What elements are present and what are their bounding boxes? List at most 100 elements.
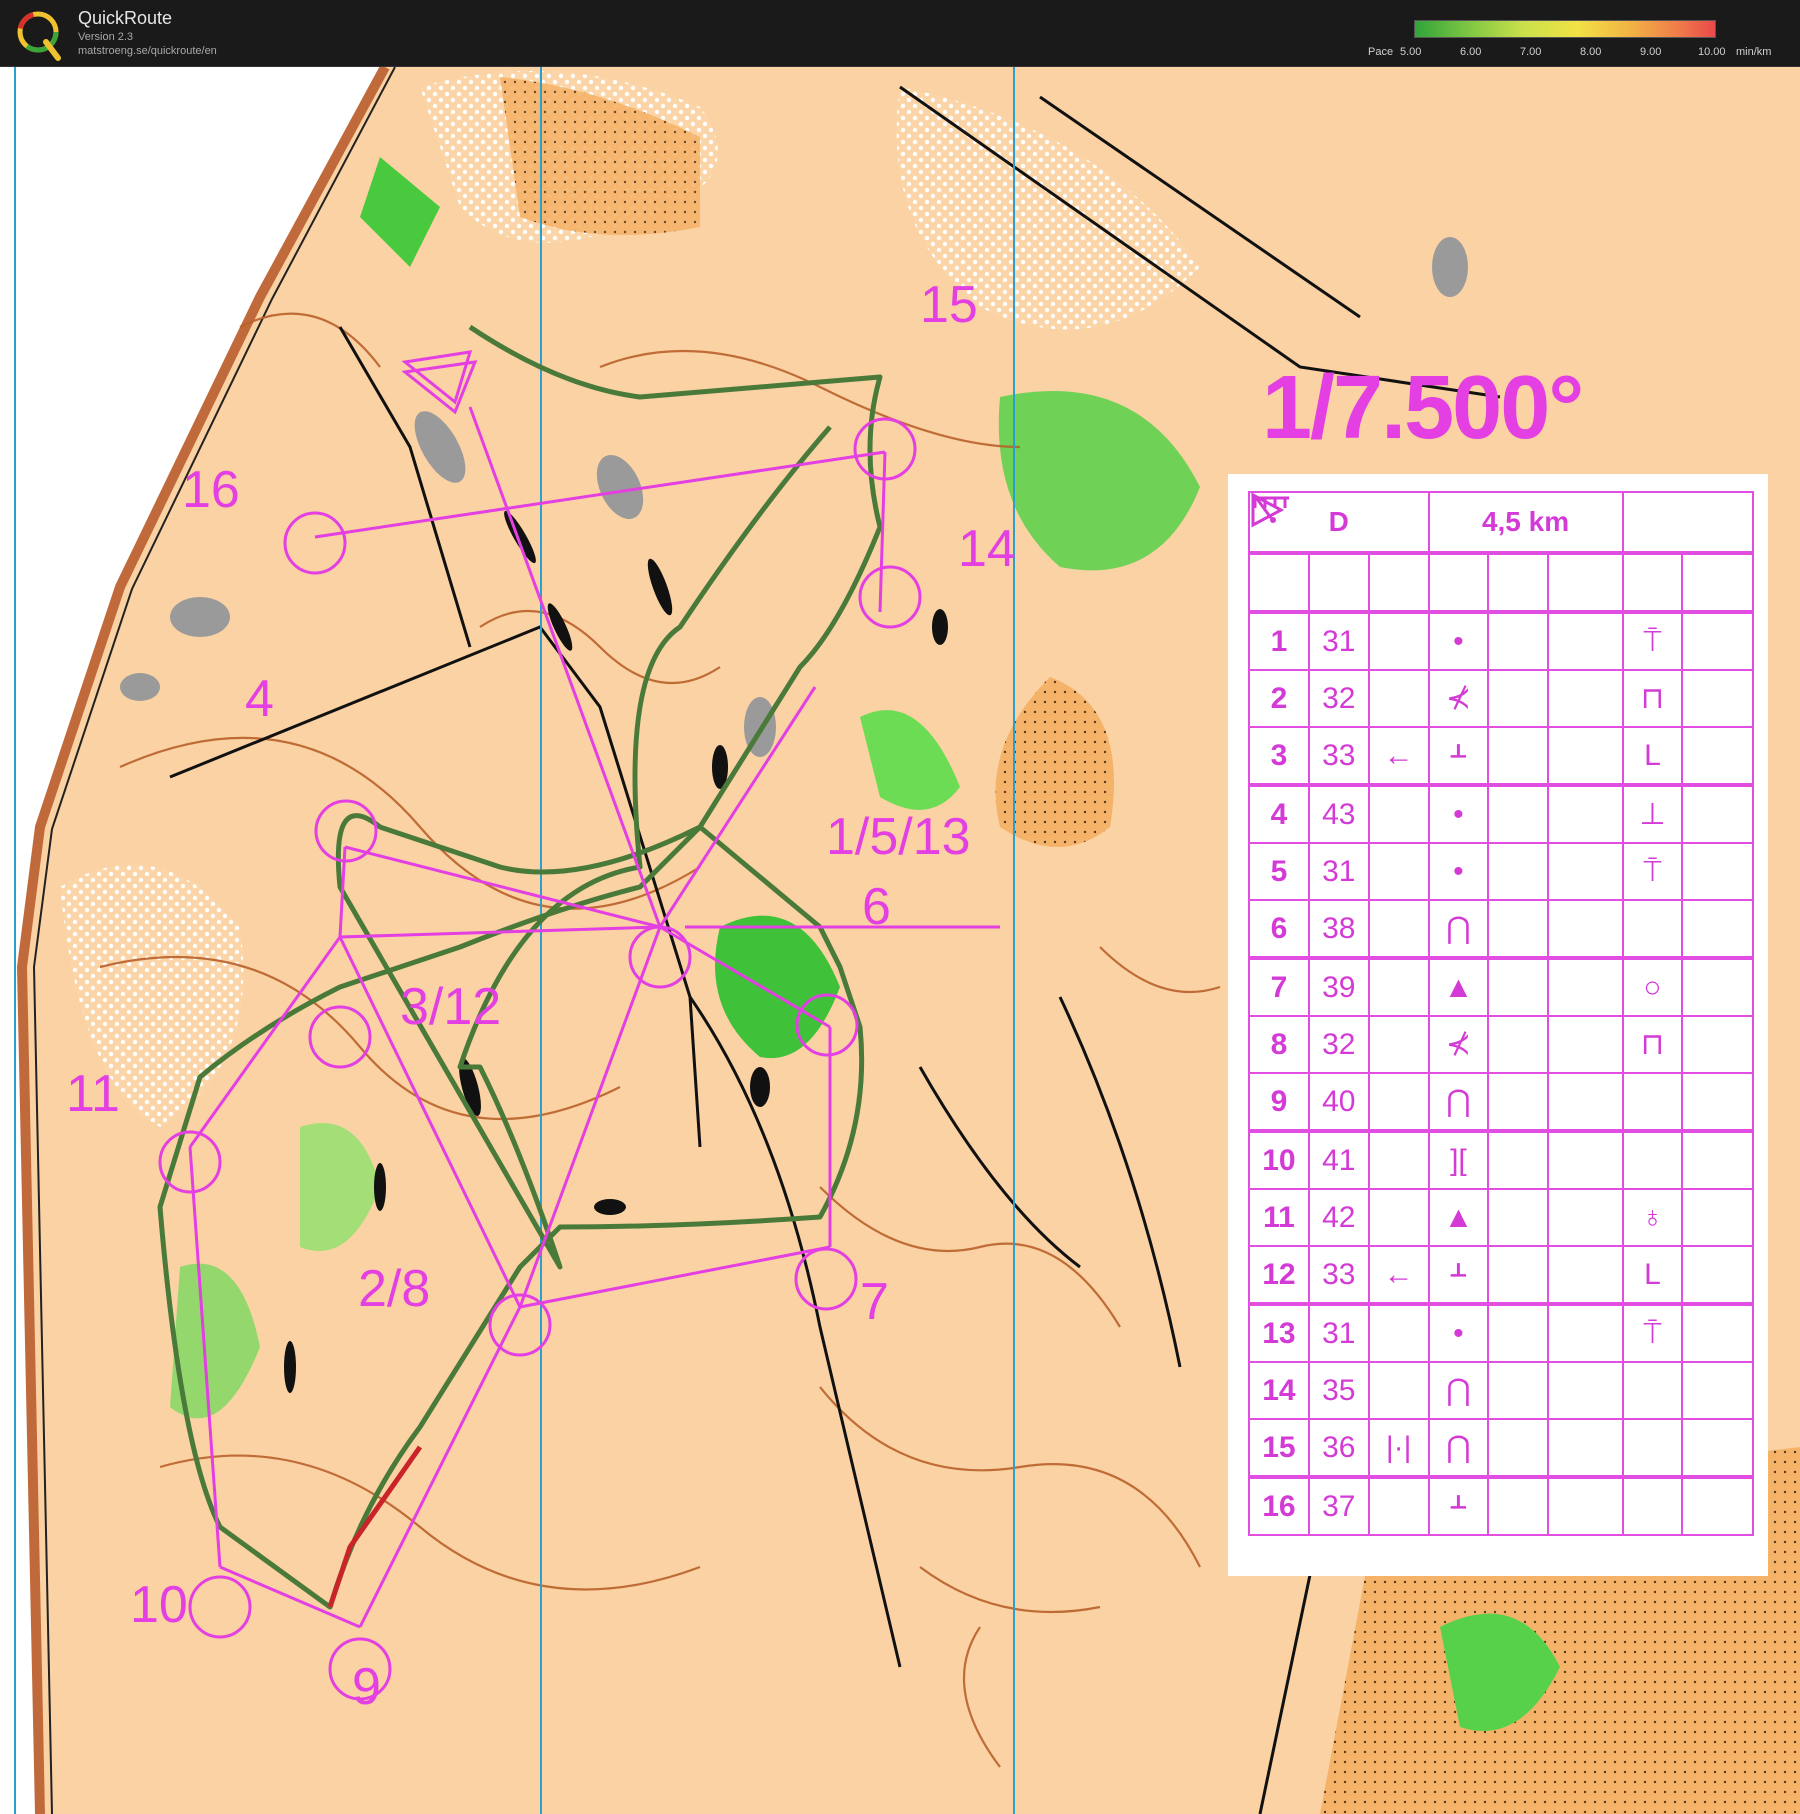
control-number: 13	[1248, 1303, 1310, 1363]
control-code: 37	[1307, 1476, 1370, 1536]
description-row: 4 43 • ⊥	[1248, 784, 1754, 844]
feature-symbol: ▲	[1427, 957, 1490, 1017]
other-info-cell	[1681, 1245, 1754, 1306]
feature-symbol: ⋂	[1427, 1072, 1490, 1133]
description-row: 7 39 ▲ ○	[1248, 957, 1754, 1017]
direction-symbol	[1367, 1303, 1430, 1363]
direction-symbol	[1367, 669, 1430, 728]
other-info-cell	[1681, 1476, 1754, 1536]
direction-symbol: ←	[1367, 726, 1430, 787]
appearance-cell	[1487, 957, 1549, 1017]
location-symbol: L	[1621, 726, 1684, 787]
description-row: 8 32 ⊀ ⊓	[1248, 1015, 1754, 1074]
direction-symbol	[1367, 1072, 1430, 1133]
location-symbol	[1621, 1418, 1684, 1479]
pace-tick: 8.00	[1580, 46, 1602, 58]
control-code: 36	[1307, 1418, 1370, 1479]
location-symbol	[1621, 1072, 1684, 1133]
direction-symbol	[1367, 842, 1430, 901]
other-info-cell	[1681, 669, 1754, 728]
title-bar: QuickRoute Version 2.3 matstroeng.se/qui…	[0, 0, 1800, 67]
appearance-cell	[1487, 726, 1549, 787]
appearance-cell	[1487, 784, 1549, 844]
appearance-cell	[1487, 669, 1549, 728]
dimension-cell	[1547, 899, 1624, 960]
dimension-cell	[1547, 1188, 1624, 1247]
control-code: 39	[1307, 957, 1370, 1017]
app-url[interactable]: matstroeng.se/quickroute/en	[78, 45, 217, 57]
dimension-cell	[1547, 611, 1624, 671]
feature-symbol: •	[1427, 842, 1490, 901]
pace-color-bar	[1414, 20, 1716, 38]
description-table: D 4,5 km 1 31 • ⍑ 2 32 ⊀ ⊓ 3 33 ← ᚆ L 4 …	[1248, 491, 1755, 1536]
control-label-14: 14	[958, 520, 1016, 578]
feature-symbol: ⋂	[1427, 1418, 1490, 1479]
description-row: 1 31 • ⍑	[1248, 611, 1754, 671]
pace-tick: 7.00	[1520, 46, 1542, 58]
pace-tick: 9.00	[1640, 46, 1662, 58]
control-code: 31	[1307, 842, 1370, 901]
control-label-4: 4	[245, 670, 274, 728]
start-row	[1248, 492, 1754, 614]
control-description-sheet: D 4,5 km 1 31 • ⍑ 2 32 ⊀ ⊓ 3 33 ← ᚆ L 4 …	[1228, 474, 1768, 1576]
location-symbol: L	[1621, 1245, 1684, 1306]
other-info-cell	[1681, 1072, 1754, 1133]
feature-symbol: ᚆ	[1427, 1245, 1490, 1306]
control-label-2-8: 2/8	[358, 1260, 431, 1318]
control-number: 1	[1248, 611, 1310, 671]
pace-label: Pace	[1368, 46, 1394, 58]
dimension-cell	[1547, 842, 1624, 901]
control-code: 43	[1307, 784, 1370, 844]
control-label-10: 10	[130, 1576, 188, 1634]
orienteering-map[interactable]: 15 16 14 4 1/5/13 6 3/12 11 2/8 7 10 9 1…	[0, 67, 1800, 1814]
description-row: 5 31 • ⍑	[1248, 842, 1754, 901]
control-code: 38	[1307, 899, 1370, 960]
feature-symbol: ⋂	[1427, 1361, 1490, 1420]
dimension-cell	[1547, 1303, 1624, 1363]
control-number: 8	[1248, 1015, 1310, 1074]
control-number: 7	[1248, 957, 1310, 1017]
appearance-cell	[1487, 1245, 1549, 1306]
control-code: 32	[1307, 669, 1370, 728]
start-feature-cell	[1253, 496, 1490, 614]
start-cell	[1248, 492, 1310, 614]
start-detail-cell	[1253, 495, 1684, 614]
control-label-16: 16	[182, 461, 240, 519]
feature-symbol: ▲	[1427, 1188, 1490, 1247]
dimension-cell	[1547, 784, 1624, 844]
control-number: 3	[1248, 726, 1310, 787]
other-info-cell	[1681, 784, 1754, 844]
dimension-cell	[1547, 1361, 1624, 1420]
description-row: 16 37 ᚆ	[1248, 1476, 1754, 1536]
location-symbol: ⊓	[1621, 669, 1684, 728]
appearance-cell	[1487, 842, 1549, 901]
other-info-cell	[1681, 957, 1754, 1017]
appearance-cell	[1487, 1418, 1549, 1479]
control-code: 33	[1307, 1245, 1370, 1306]
dimension-cell	[1547, 1245, 1624, 1306]
control-label-6: 6	[862, 878, 891, 936]
direction-symbol	[1367, 1130, 1430, 1190]
blank-cell	[1621, 491, 1755, 555]
description-row: 9 40 ⋂	[1248, 1072, 1754, 1133]
appearance-cell	[1487, 1303, 1549, 1363]
feature-symbol: ⊀	[1427, 669, 1490, 728]
location-symbol: ⍑	[1621, 842, 1684, 901]
description-rows: 1 31 • ⍑ 2 32 ⊀ ⊓ 3 33 ← ᚆ L 4 43 • ⊥ 5 31 • ⍑ 6 38 ⋂ 7 39 ▲ ○ 8 32 ⊀ ⊓…	[1248, 611, 1754, 1536]
other-info-cell	[1681, 1188, 1754, 1247]
feature-symbol: ⊀	[1427, 1015, 1490, 1074]
control-number: 15	[1248, 1418, 1310, 1479]
control-label-11: 11	[66, 1065, 120, 1123]
feature-symbol: ᚆ	[1427, 1476, 1490, 1536]
control-number: 10	[1248, 1130, 1310, 1190]
other-info-cell	[1681, 1015, 1754, 1074]
description-row: 10 41][	[1248, 1130, 1754, 1190]
feature-symbol: •	[1427, 784, 1490, 844]
dimension-cell	[1547, 726, 1624, 787]
pace-tick: 6.00	[1460, 46, 1482, 58]
control-number: 5	[1248, 842, 1310, 901]
control-number: 9	[1248, 1072, 1310, 1133]
direction-symbol	[1367, 1015, 1430, 1074]
control-label-3-12: 3/12	[400, 978, 502, 1036]
pace-unit: min/km	[1736, 46, 1772, 58]
